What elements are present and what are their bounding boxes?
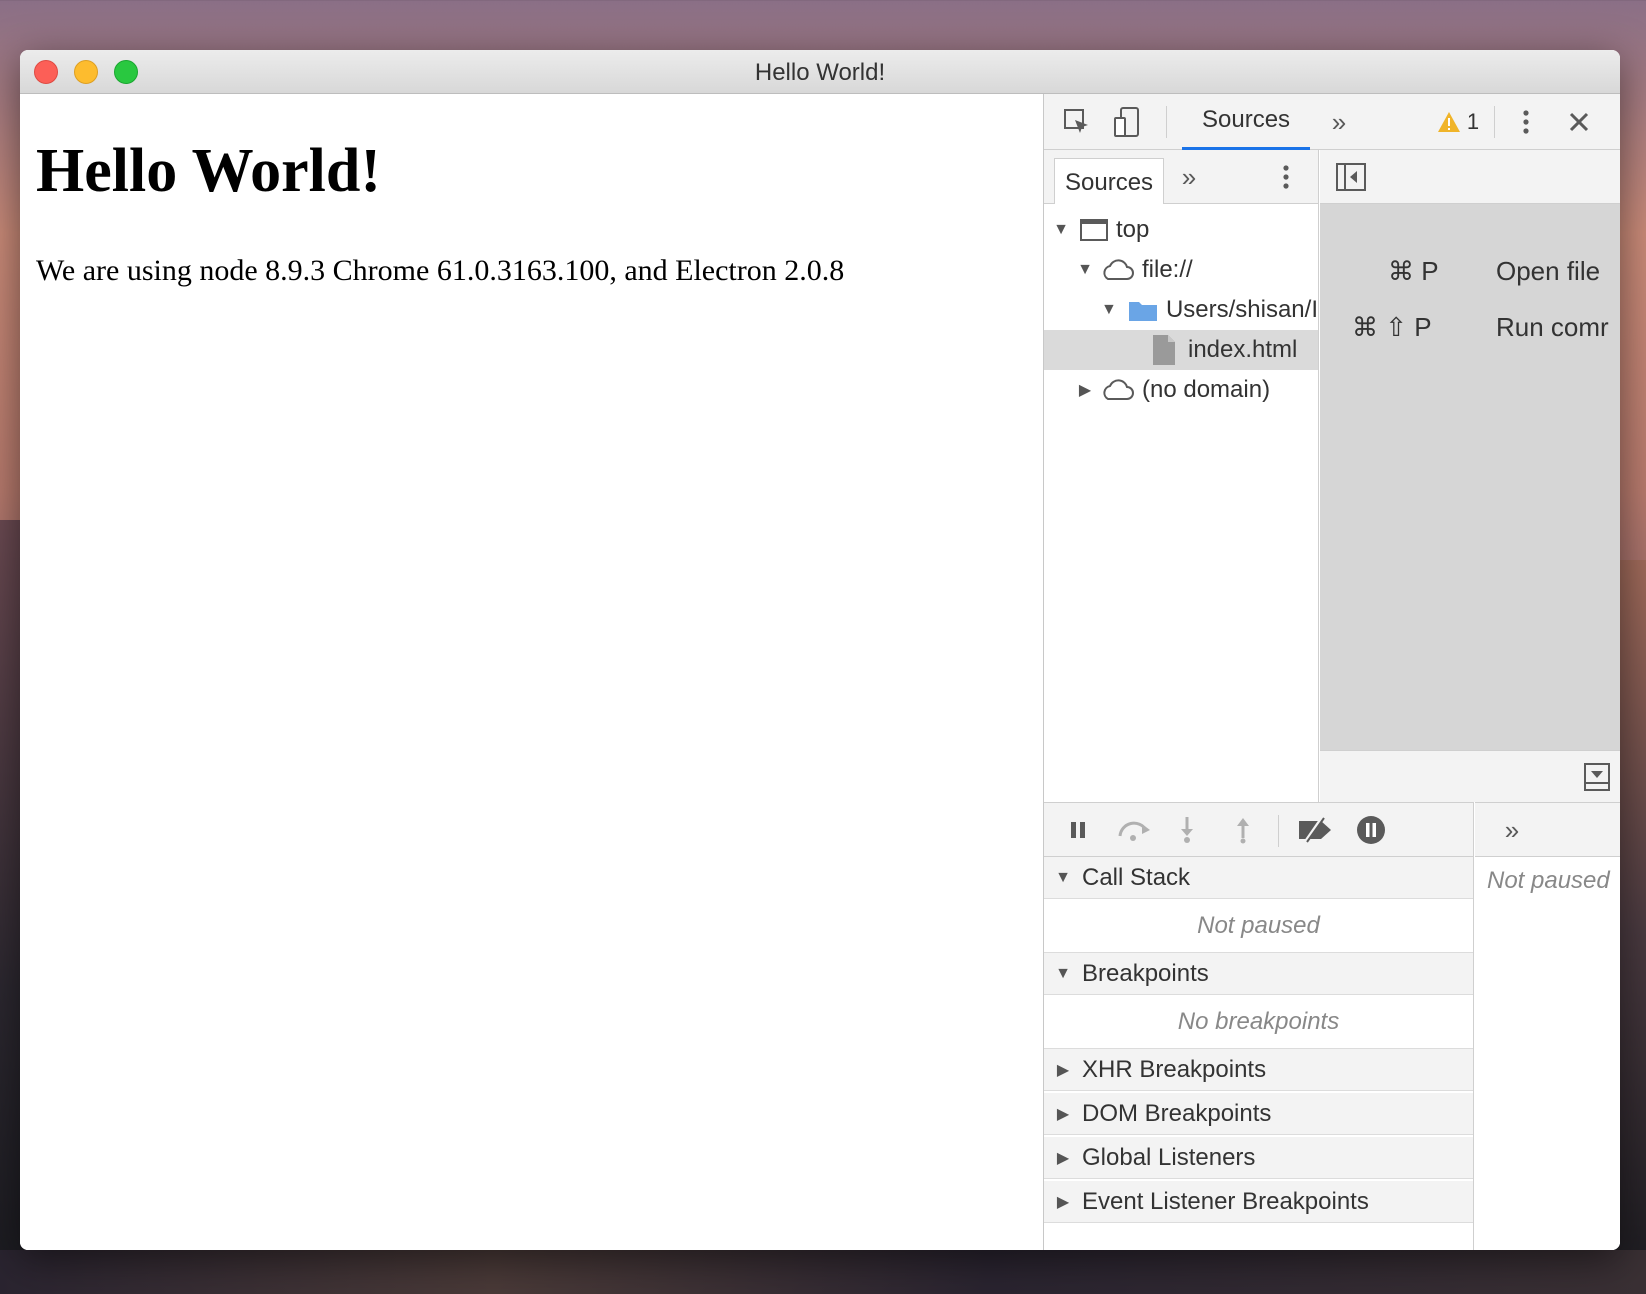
editor-toolbar [1320, 150, 1620, 204]
tree-item-top[interactable]: ▼ top [1044, 210, 1318, 250]
scope-pane: » Not paused [1475, 802, 1620, 1250]
folder-icon [1128, 298, 1158, 322]
tree-item-label: (no domain) [1142, 376, 1271, 403]
pause-icon[interactable] [1064, 815, 1092, 845]
warning-icon[interactable] [1436, 106, 1462, 138]
editor-pane: ⌘ P Open file ⌘ ⇧ P Run comr [1320, 150, 1620, 802]
toggle-debugger-icon[interactable] [1582, 761, 1612, 793]
call-stack-status: Not paused [1044, 899, 1473, 953]
deactivate-breakpoints-icon[interactable] [1296, 815, 1336, 845]
pause-on-exceptions-icon[interactable] [1354, 813, 1388, 847]
window-title: Hello World! [754, 59, 886, 86]
scope-toolbar: » [1475, 803, 1620, 857]
debugger-pane: ▼ Call Stack Not paused ▼ Breakpoints No… [1044, 802, 1474, 1250]
section-xhr-breakpoints[interactable]: ▶ XHR Breakpoints [1044, 1049, 1473, 1091]
expand-arrow-icon[interactable]: ▼ [1100, 301, 1118, 319]
shortcut-keys: ⌘ ⇧ P [1352, 312, 1432, 342]
page-paragraph: We are using node 8.9.3 Chrome 61.0.3163… [36, 254, 845, 287]
expand-arrow-icon[interactable]: ▼ [1076, 261, 1094, 279]
devtools-toolbar: Sources » 1 [1044, 94, 1620, 150]
step-out-icon[interactable] [1228, 815, 1258, 845]
toolbar-divider [1166, 106, 1167, 138]
tab-sources[interactable]: Sources [1182, 94, 1311, 150]
debugger-toolbar [1044, 803, 1473, 857]
tree-item-label: index.html [1188, 336, 1298, 363]
section-title: XHR Breakpoints [1082, 1055, 1267, 1083]
devtools-panel: Sources » 1 Sources » ▼ top ▼ file:// ▼ … [1043, 94, 1620, 1250]
tree-item-label: Users/shisan/I [1165, 296, 1318, 323]
tree-item-file[interactable]: ▼ file:// [1044, 250, 1318, 290]
editor-status-bar [1320, 750, 1620, 802]
expand-arrow-icon[interactable]: ▼ [1054, 965, 1072, 983]
title-bar: Hello World! [20, 50, 1620, 94]
section-event-listener-breakpoints[interactable]: ▶ Event Listener Breakpoints [1044, 1181, 1473, 1223]
editor-placeholder: ⌘ P Open file ⌘ ⇧ P Run comr [1320, 204, 1620, 750]
section-global-listeners[interactable]: ▶ Global Listeners [1044, 1137, 1473, 1179]
more-tabs-icon[interactable]: » [1324, 106, 1354, 138]
frame-icon [1080, 219, 1108, 241]
page-content: Hello World! We are using node 8.9.3 Chr… [20, 94, 1043, 1250]
desktop-wallpaper-bottom [0, 1250, 1646, 1294]
file-icon [1152, 334, 1176, 366]
navigator-tabs: Sources » [1044, 150, 1318, 204]
device-toolbar-icon[interactable] [1110, 106, 1144, 138]
tree-item-label: top [1116, 216, 1150, 243]
shortcut-action[interactable]: Open file [1496, 256, 1600, 287]
scope-status: Not paused [1487, 867, 1610, 894]
expand-arrow-icon[interactable]: ▼ [1052, 221, 1070, 239]
collapse-arrow-icon[interactable]: ▶ [1054, 1192, 1072, 1212]
cloud-icon [1100, 379, 1134, 401]
toggle-navigator-icon[interactable] [1334, 160, 1368, 194]
warning-count[interactable]: 1 [1464, 106, 1482, 138]
page-heading: Hello World! [36, 137, 382, 205]
navigator-tab-sources[interactable]: Sources [1054, 158, 1165, 204]
scope-more-icon[interactable]: » [1497, 813, 1527, 847]
section-title: Call Stack [1082, 863, 1191, 891]
shortcut-keys: ⌘ P [1388, 256, 1439, 286]
navigator-pane: Sources » ▼ top ▼ file:// ▼ Users/shisan… [1044, 150, 1319, 802]
section-title: DOM Breakpoints [1082, 1099, 1272, 1127]
section-breakpoints[interactable]: ▼ Breakpoints [1044, 953, 1473, 995]
section-title: Event Listener Breakpoints [1082, 1187, 1369, 1215]
collapse-arrow-icon[interactable]: ▶ [1054, 1148, 1072, 1168]
tree-item-no-domain[interactable]: ▶ (no domain) [1044, 370, 1318, 410]
step-into-icon[interactable] [1172, 815, 1202, 845]
collapse-arrow-icon[interactable]: ▶ [1054, 1060, 1072, 1080]
shortcut-action[interactable]: Run comr [1496, 312, 1609, 343]
desktop-wallpaper-right [1616, 560, 1646, 1294]
breakpoints-status: No breakpoints [1044, 995, 1473, 1049]
toolbar-divider [1278, 815, 1279, 847]
section-dom-breakpoints[interactable]: ▶ DOM Breakpoints [1044, 1093, 1473, 1135]
tree-item-index-html[interactable]: index.html [1044, 330, 1318, 370]
kebab-menu-icon[interactable] [1516, 106, 1536, 138]
collapse-arrow-icon[interactable]: ▶ [1076, 380, 1094, 400]
toolbar-divider [1494, 106, 1495, 138]
collapse-arrow-icon[interactable]: ▶ [1054, 1104, 1072, 1124]
cloud-icon [1100, 259, 1134, 281]
section-title: Global Listeners [1082, 1143, 1256, 1171]
section-title: Breakpoints [1082, 959, 1209, 987]
section-call-stack[interactable]: ▼ Call Stack [1044, 857, 1473, 899]
app-window: Hello World! Hello World! We are using n… [20, 50, 1620, 1250]
navigator-menu-icon[interactable] [1276, 160, 1296, 194]
inspect-element-icon[interactable] [1060, 106, 1094, 138]
expand-arrow-icon[interactable]: ▼ [1054, 869, 1072, 887]
navigator-more-icon[interactable]: » [1174, 160, 1204, 194]
step-over-icon[interactable] [1114, 815, 1154, 845]
close-devtools-icon[interactable] [1564, 106, 1594, 138]
tree-item-label: file:// [1142, 256, 1193, 283]
tree-item-folder[interactable]: ▼ Users/shisan/I [1044, 290, 1318, 330]
